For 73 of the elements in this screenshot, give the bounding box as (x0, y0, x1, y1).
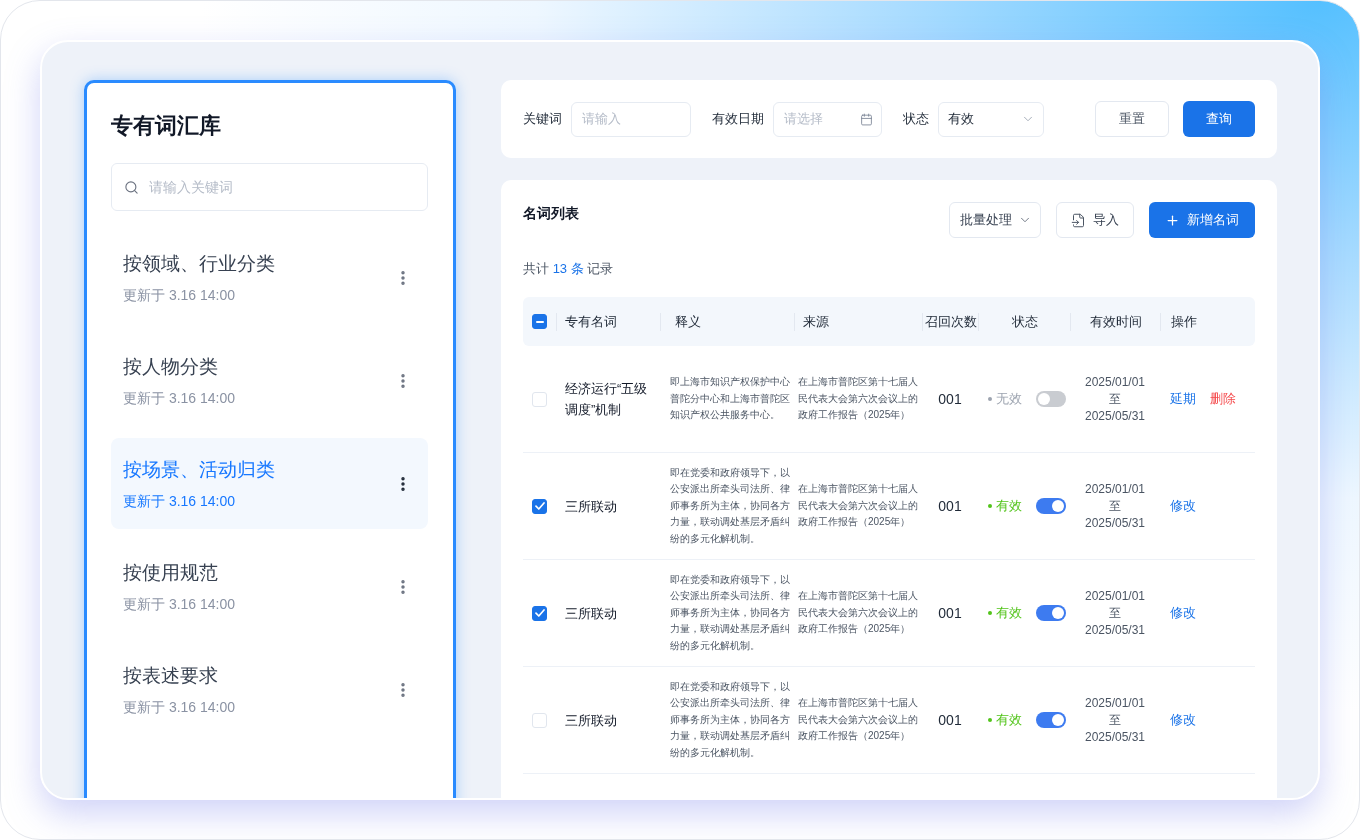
validity-period: 2025/01/01 至 2025/05/31 (1084, 373, 1146, 425)
row-checkbox[interactable] (532, 605, 547, 621)
updated-time: 更新于 3.16 14:00 (123, 697, 236, 717)
status-label: 有效 (996, 497, 1022, 516)
recall-count: 001 (938, 603, 962, 623)
recall-count: 001 (938, 389, 962, 409)
delete-link[interactable]: 删除 (1210, 389, 1236, 409)
definition-text: 即在党委和政府领导下，以公安派出所牵头司法所、律师事务所为主体，协同各方力量，联动调处基层矛盾纠纷的多元化解机制。 (670, 679, 791, 760)
status-label: 无效 (996, 390, 1022, 409)
category-title: 按领域、行业分类 (123, 251, 275, 276)
select-all-checkbox[interactable] (532, 314, 547, 329)
term-name: 三所联动 (565, 711, 618, 730)
updated-time: 更新于 3.16 14:00 (123, 388, 236, 408)
row-action-link[interactable]: 修改 (1170, 496, 1196, 516)
source-text: 在上海市普陀区第十七届人民代表大会第六次会议上的政府工作报告（2025年） (798, 375, 919, 423)
import-button[interactable]: 导入 (1056, 202, 1134, 238)
column-header: 释义 (675, 312, 701, 331)
column-header: 有效时间 (1089, 312, 1142, 331)
sidebar-title: 专有词汇库 (111, 112, 222, 140)
term-name: 三所联动 (565, 604, 618, 623)
list-title: 名词列表 (523, 204, 579, 223)
query-button[interactable]: 查询 (1183, 101, 1255, 137)
status-select[interactable]: 有效 (938, 101, 1044, 137)
search-icon (124, 179, 139, 195)
calendar-icon (860, 112, 873, 126)
toggle-switch[interactable] (1036, 605, 1066, 621)
recall-count: 001 (938, 496, 962, 516)
reset-button[interactable]: 重置 (1095, 101, 1169, 137)
column-header: 来源 (803, 312, 829, 331)
toggle-switch[interactable] (1036, 391, 1066, 407)
checkmark-icon (534, 502, 545, 510)
category-title: 按表述要求 (123, 663, 219, 688)
minus-icon (535, 320, 544, 323)
status-label: 有效 (996, 711, 1022, 730)
category-title: 按场景、活动归类 (123, 457, 275, 482)
status-label: 有效 (996, 604, 1022, 623)
field-label: 状态 (903, 110, 929, 129)
row-action-link[interactable]: 修改 (1170, 603, 1196, 623)
source-text: 在上海市普陀区第十七届人民代表大会第六次会议上的政府工作报告（2025年） (798, 589, 919, 637)
source-text: 在上海市普陀区第十七届人民代表大会第六次会议上的政府工作报告（2025年） (798, 696, 919, 744)
updated-time: 更新于 3.16 14:00 (123, 285, 237, 305)
term-name: 经济运行“五级调度”机制 (565, 380, 649, 419)
toggle-switch[interactable] (1036, 712, 1066, 728)
term-name: 三所联动 (565, 497, 618, 516)
recall-count: 001 (938, 710, 962, 730)
row-checkbox[interactable] (532, 498, 547, 514)
category-title: 按人物分类 (123, 354, 219, 379)
validity-period: 2025/01/01 至 2025/05/31 (1084, 587, 1146, 639)
updated-time: 更新于 3.16 14:00 (123, 594, 236, 614)
checkmark-icon (534, 609, 545, 617)
definition-text: 即在党委和政府领导下，以公安派出所牵头司法所、律师事务所为主体，协同各方力量，联动调处基层矛盾纠纷的多元化解机制。 (670, 465, 791, 546)
column-header: 操作 (1171, 312, 1197, 331)
add-button[interactable]: 新增名词 (1149, 202, 1255, 238)
validity-period: 2025/01/01 至 2025/05/31 (1084, 694, 1146, 746)
definition-text: 即上海市知识产权保护中心普陀分中心和上海市普陀区知识产权公共服务中心。 (670, 375, 791, 423)
updated-time: 更新于 3.16 14:00 (123, 491, 237, 511)
plus-icon (1165, 212, 1180, 228)
toggle-switch[interactable] (1036, 498, 1066, 514)
field-label: 有效日期 (712, 110, 764, 129)
field-label: 关键词 (523, 110, 562, 129)
row-action-link[interactable]: 修改 (1170, 710, 1196, 730)
category-title: 按使用规范 (123, 560, 219, 585)
validity-period: 2025/01/01 至 2025/05/31 (1084, 480, 1146, 532)
source-text: 在上海市普陀区第十七届人民代表大会第六次会议上的政府工作报告（2025年） (798, 482, 919, 530)
category-item[interactable]: 按场景、活动归类 更新于 3.16 14:00 (111, 438, 428, 529)
record-count-text: 共计 13 条 记录 (523, 260, 614, 278)
column-header: 专有名词 (565, 312, 617, 331)
file-import-icon (1071, 212, 1086, 228)
definition-text: 即在党委和政府领导下，以公安派出所牵头司法所、律师事务所为主体，协同各方力量，联动调处基层矛盾纠纷的多元化解机制。 (670, 572, 791, 653)
column-header: 召回次数 (924, 312, 977, 331)
row-action-link[interactable]: 延期 (1170, 389, 1196, 409)
column-header: 状态 (1011, 312, 1038, 331)
batch-dropdown-button[interactable]: 批量处理 (949, 202, 1041, 238)
